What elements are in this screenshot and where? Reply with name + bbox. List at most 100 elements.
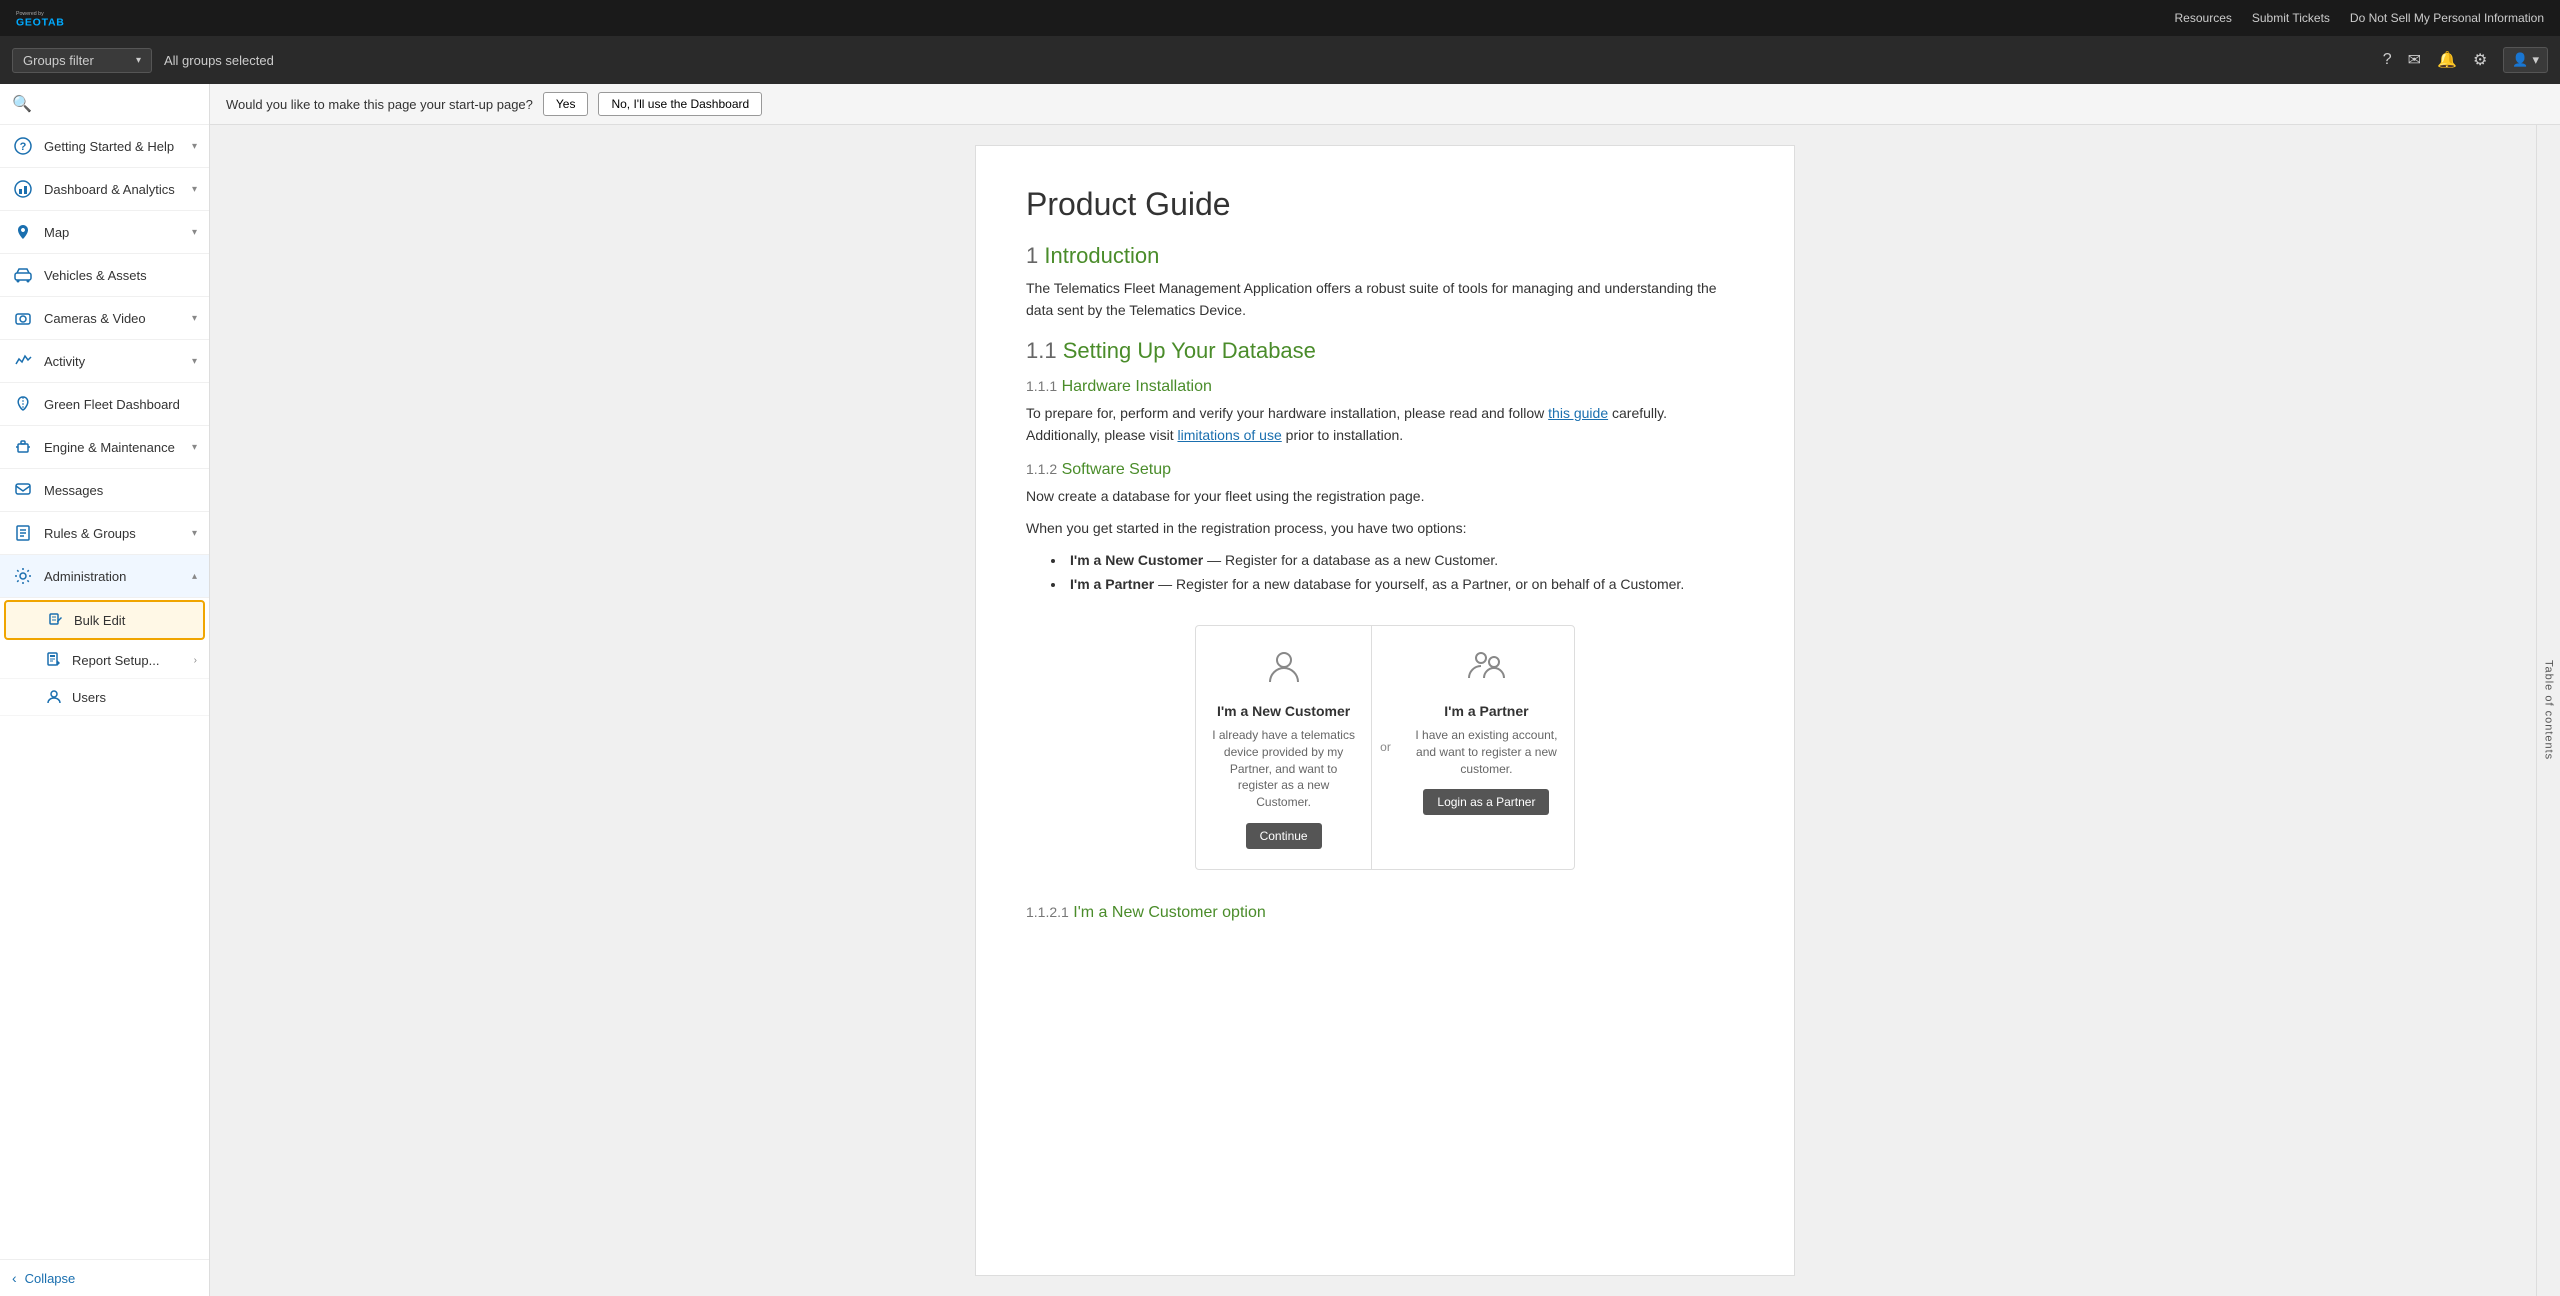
secondbar: Groups filter ▾ All groups selected ? ✉ … (0, 36, 2560, 84)
report-setup-icon (44, 650, 64, 670)
section-11-heading: 1.1 Setting Up Your Database (1026, 338, 1744, 364)
activity-chevron-icon: ▾ (192, 356, 197, 367)
section-1-heading: 1 Introduction (1026, 243, 1744, 269)
rules-icon (12, 522, 34, 544)
administration-label: Administration (44, 569, 192, 584)
dashboard-label: Dashboard & Analytics (44, 182, 192, 197)
toc-sidebar[interactable]: Table of contents (2536, 125, 2560, 1296)
doc-title: Product Guide (1026, 186, 1744, 223)
collapse-label: Collapse (25, 1271, 76, 1286)
sidebar-item-green-fleet[interactable]: Green Fleet Dashboard (0, 383, 209, 426)
sidebar-item-dashboard[interactable]: Dashboard & Analytics ▾ (0, 168, 209, 211)
help-icon[interactable]: ? (2383, 51, 2392, 69)
map-label: Map (44, 225, 192, 240)
mail-icon[interactable]: ✉ (2408, 50, 2421, 70)
document-container: Product Guide 1 Introduction The Telemat… (975, 145, 1795, 1276)
topbar-links: Resources Submit Tickets Do Not Sell My … (2175, 11, 2544, 25)
bulk-edit-icon (46, 610, 66, 630)
messages-label: Messages (44, 483, 197, 498)
sidebar-item-cameras[interactable]: Cameras & Video ▾ (0, 297, 209, 340)
sidebar-item-vehicles[interactable]: Vehicles & Assets (0, 254, 209, 297)
partner-icon (1466, 646, 1506, 695)
all-groups-selected-label: All groups selected (164, 53, 274, 68)
settings-icon[interactable]: ⚙ (2473, 50, 2487, 70)
user-icon: 👤 (2512, 52, 2528, 68)
groups-filter-label: Groups filter (23, 53, 94, 68)
users-icon (44, 687, 64, 707)
section-111-para-text1: To prepare for, perform and verify your … (1026, 405, 1548, 421)
registration-box: I'm a New Customer I already have a tele… (1195, 625, 1575, 870)
partner-rest: — Register for a new database for yourse… (1158, 576, 1684, 592)
list-item-partner: I'm a Partner — Register for a new datab… (1066, 573, 1744, 597)
sidebar-search-area: 🔍 (0, 84, 209, 125)
resources-link[interactable]: Resources (2175, 11, 2232, 25)
section-1121-title: I'm a New Customer option (1073, 904, 1265, 921)
limitations-link[interactable]: limitations of use (1177, 427, 1281, 443)
new-customer-bold: I'm a New Customer (1070, 552, 1203, 568)
dashboard-icon (12, 178, 34, 200)
new-customer-desc: I already have a telematics device provi… (1212, 727, 1355, 811)
sidebar-item-administration[interactable]: Administration ▴ (0, 555, 209, 598)
partner-login-button[interactable]: Login as a Partner (1423, 789, 1549, 815)
section-111-heading: 1.1.1 Hardware Installation (1026, 378, 1744, 396)
groups-filter-button[interactable]: Groups filter ▾ (12, 48, 152, 73)
section-111-num: 1.1.1 (1026, 378, 1057, 394)
new-customer-continue-button[interactable]: Continue (1246, 823, 1322, 849)
list-item-new-customer: I'm a New Customer — Register for a data… (1066, 549, 1744, 573)
document-area: Product Guide 1 Introduction The Telemat… (210, 125, 2560, 1296)
administration-icon (12, 565, 34, 587)
no-dashboard-button[interactable]: No, I'll use the Dashboard (598, 92, 762, 116)
users-label: Users (72, 690, 106, 705)
new-customer-title: I'm a New Customer (1217, 703, 1350, 719)
secondbar-actions: ? ✉ 🔔 ⚙ 👤 ▾ (2383, 47, 2548, 73)
report-setup-arrow-icon: › (194, 655, 197, 666)
main-layout: 🔍 ? Getting Started & Help ▾ Dashboard &… (0, 84, 2560, 1296)
section-1-para: The Telematics Fleet Management Applicat… (1026, 277, 1744, 322)
this-guide-link[interactable]: this guide (1548, 405, 1608, 421)
sidebar-subitem-users[interactable]: Users (0, 679, 209, 716)
user-dropdown[interactable]: 👤 ▾ (2503, 47, 2548, 73)
startup-question: Would you like to make this page your st… (226, 97, 533, 112)
sidebar-item-messages[interactable]: Messages (0, 469, 209, 512)
dashboard-chevron-icon: ▾ (192, 184, 197, 195)
sidebar-item-rules[interactable]: Rules & Groups ▾ (0, 512, 209, 555)
startup-bar: Would you like to make this page your st… (210, 84, 2560, 125)
activity-icon (12, 350, 34, 372)
partner-title: I'm a Partner (1444, 703, 1528, 719)
sidebar-item-getting-started[interactable]: ? Getting Started & Help ▾ (0, 125, 209, 168)
yes-button[interactable]: Yes (543, 92, 589, 116)
submit-tickets-link[interactable]: Submit Tickets (2252, 11, 2330, 25)
section-112-num: 1.1.2 (1026, 461, 1057, 477)
collapse-icon: ‹ (12, 1270, 17, 1286)
sidebar-item-activity[interactable]: Activity ▾ (0, 340, 209, 383)
section-11-num: 1.1 (1026, 338, 1057, 363)
getting-started-chevron-icon: ▾ (192, 141, 197, 152)
toc-label: Table of contents (2543, 660, 2555, 760)
rules-chevron-icon: ▾ (192, 528, 197, 539)
collapse-button[interactable]: ‹ Collapse (0, 1259, 209, 1296)
do-not-sell-link[interactable]: Do Not Sell My Personal Information (2350, 11, 2544, 25)
section-112-heading: 1.1.2 Software Setup (1026, 461, 1744, 479)
registration-box-wrapper: I'm a New Customer I already have a tele… (1026, 605, 1744, 890)
engine-label: Engine & Maintenance (44, 440, 192, 455)
svg-text:GEOTAB: GEOTAB (16, 17, 65, 29)
rules-label: Rules & Groups (44, 526, 192, 541)
messages-icon (12, 479, 34, 501)
section-111-title: Hardware Installation (1062, 378, 1212, 395)
green-fleet-icon (12, 393, 34, 415)
sidebar-subitem-report-setup[interactable]: Report Setup... › (0, 642, 209, 679)
groups-filter-chevron-icon: ▾ (136, 55, 141, 66)
or-divider: or (1372, 626, 1399, 869)
activity-label: Activity (44, 354, 192, 369)
sidebar-item-map[interactable]: Map ▾ (0, 211, 209, 254)
sidebar-subitem-bulk-edit[interactable]: Bulk Edit (4, 600, 205, 640)
bell-icon[interactable]: 🔔 (2437, 50, 2457, 70)
search-icon[interactable]: 🔍 (12, 96, 32, 113)
map-chevron-icon: ▾ (192, 227, 197, 238)
section-112-list: I'm a New Customer — Register for a data… (1066, 549, 1744, 597)
section-112-para2: When you get started in the registration… (1026, 517, 1744, 539)
bulk-edit-label: Bulk Edit (74, 613, 125, 628)
svg-text:?: ? (20, 141, 27, 153)
sidebar-item-engine[interactable]: Engine & Maintenance ▾ (0, 426, 209, 469)
cameras-label: Cameras & Video (44, 311, 192, 326)
